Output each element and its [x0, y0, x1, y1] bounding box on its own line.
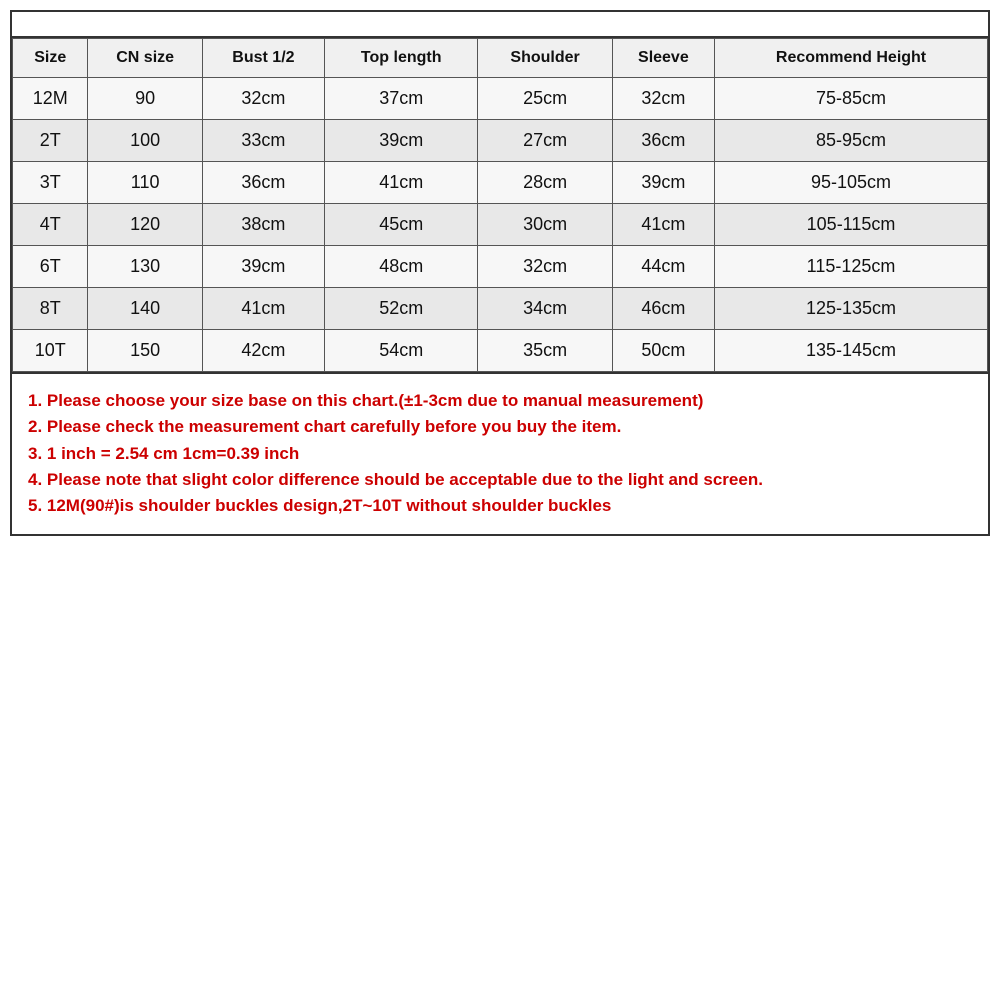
note-line-2: 2. Please check the measurement chart ca… — [28, 414, 972, 440]
cell-0-3: 37cm — [324, 78, 478, 120]
cell-0-5: 32cm — [612, 78, 714, 120]
cell-2-0: 3T — [13, 162, 88, 204]
size-table-wrapper: SizeCN sizeBust 1/2Top lengthShoulderSle… — [10, 36, 990, 374]
header-cell-4: Shoulder — [478, 39, 612, 78]
cell-6-2: 42cm — [202, 330, 324, 372]
header-cell-3: Top length — [324, 39, 478, 78]
cell-4-0: 6T — [13, 246, 88, 288]
cell-1-3: 39cm — [324, 120, 478, 162]
cell-5-0: 8T — [13, 288, 88, 330]
cell-5-3: 52cm — [324, 288, 478, 330]
note-line-1: 1. Please choose your size base on this … — [28, 388, 972, 414]
table-row: 2T10033cm39cm27cm36cm85-95cm — [13, 120, 988, 162]
table-body: 12M9032cm37cm25cm32cm75-85cm2T10033cm39c… — [13, 78, 988, 372]
cell-4-5: 44cm — [612, 246, 714, 288]
cell-1-4: 27cm — [478, 120, 612, 162]
header-cell-2: Bust 1/2 — [202, 39, 324, 78]
cell-3-1: 120 — [88, 204, 202, 246]
table-row: 8T14041cm52cm34cm46cm125-135cm — [13, 288, 988, 330]
note-line-4: 4. Please note that slight color differe… — [28, 467, 972, 493]
header-cell-0: Size — [13, 39, 88, 78]
table-row: 6T13039cm48cm32cm44cm115-125cm — [13, 246, 988, 288]
cell-0-0: 12M — [13, 78, 88, 120]
cell-2-3: 41cm — [324, 162, 478, 204]
cell-2-5: 39cm — [612, 162, 714, 204]
cell-6-3: 54cm — [324, 330, 478, 372]
cell-6-1: 150 — [88, 330, 202, 372]
page-container: SizeCN sizeBust 1/2Top lengthShoulderSle… — [0, 0, 1000, 1000]
cell-1-0: 2T — [13, 120, 88, 162]
cell-5-1: 140 — [88, 288, 202, 330]
cell-3-3: 45cm — [324, 204, 478, 246]
header-cell-5: Sleeve — [612, 39, 714, 78]
cell-4-3: 48cm — [324, 246, 478, 288]
cell-6-4: 35cm — [478, 330, 612, 372]
header-cell-1: CN size — [88, 39, 202, 78]
cell-2-2: 36cm — [202, 162, 324, 204]
cell-5-2: 41cm — [202, 288, 324, 330]
cell-3-5: 41cm — [612, 204, 714, 246]
table-row: 3T11036cm41cm28cm39cm95-105cm — [13, 162, 988, 204]
cell-1-5: 36cm — [612, 120, 714, 162]
cell-4-1: 130 — [88, 246, 202, 288]
cell-6-5: 50cm — [612, 330, 714, 372]
table-header: SizeCN sizeBust 1/2Top lengthShoulderSle… — [13, 39, 988, 78]
note-line-3: 3. 1 inch = 2.54 cm 1cm=0.39 inch — [28, 441, 972, 467]
cell-2-6: 95-105cm — [715, 162, 988, 204]
cell-6-6: 135-145cm — [715, 330, 988, 372]
cell-0-2: 32cm — [202, 78, 324, 120]
table-row: 10T15042cm54cm35cm50cm135-145cm — [13, 330, 988, 372]
size-table: SizeCN sizeBust 1/2Top lengthShoulderSle… — [12, 38, 988, 372]
table-row: 4T12038cm45cm30cm41cm105-115cm — [13, 204, 988, 246]
cell-5-6: 125-135cm — [715, 288, 988, 330]
cell-2-4: 28cm — [478, 162, 612, 204]
cell-3-6: 105-115cm — [715, 204, 988, 246]
note-line-5: 5. 12M(90#)is shoulder buckles design,2T… — [28, 493, 972, 519]
cell-3-0: 4T — [13, 204, 88, 246]
cell-1-1: 100 — [88, 120, 202, 162]
cell-6-0: 10T — [13, 330, 88, 372]
cell-0-6: 75-85cm — [715, 78, 988, 120]
table-row: 12M9032cm37cm25cm32cm75-85cm — [13, 78, 988, 120]
title-section — [10, 10, 990, 36]
header-row: SizeCN sizeBust 1/2Top lengthShoulderSle… — [13, 39, 988, 78]
cell-0-1: 90 — [88, 78, 202, 120]
cell-1-2: 33cm — [202, 120, 324, 162]
cell-5-5: 46cm — [612, 288, 714, 330]
header-cell-6: Recommend Height — [715, 39, 988, 78]
cell-0-4: 25cm — [478, 78, 612, 120]
cell-2-1: 110 — [88, 162, 202, 204]
cell-4-2: 39cm — [202, 246, 324, 288]
cell-5-4: 34cm — [478, 288, 612, 330]
cell-1-6: 85-95cm — [715, 120, 988, 162]
notes-section: 1. Please choose your size base on this … — [10, 374, 990, 536]
cell-4-4: 32cm — [478, 246, 612, 288]
cell-4-6: 115-125cm — [715, 246, 988, 288]
cell-3-2: 38cm — [202, 204, 324, 246]
cell-3-4: 30cm — [478, 204, 612, 246]
